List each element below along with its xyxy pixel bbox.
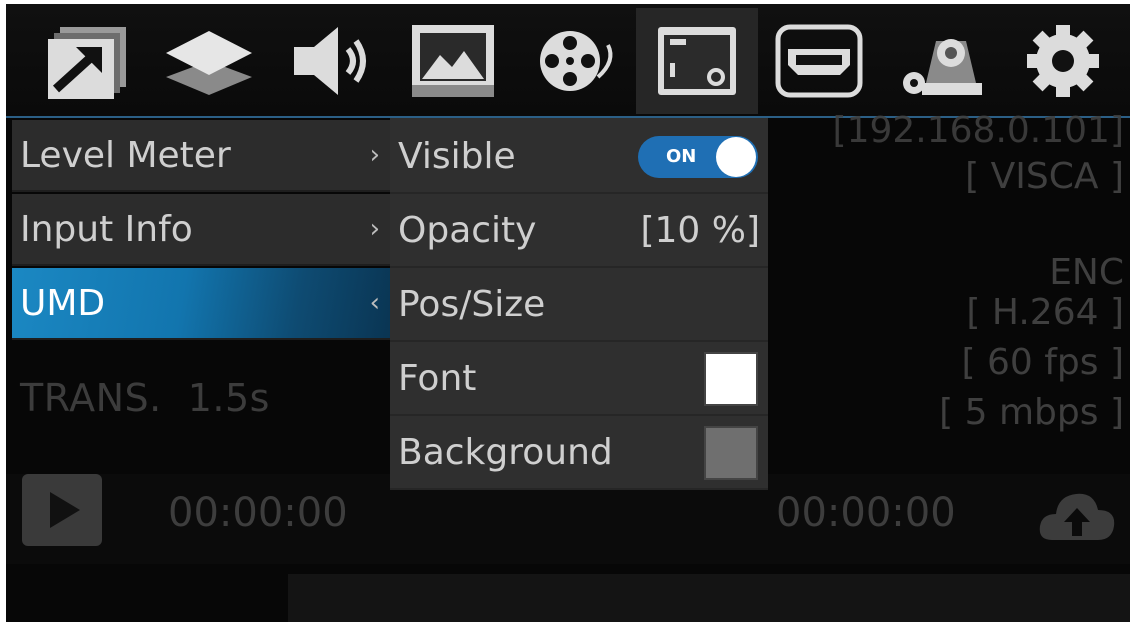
menu-item-label: Level Meter xyxy=(20,134,231,176)
menu-item-input-info[interactable]: Input Info › xyxy=(12,194,390,266)
left-menu: Level Meter › Input Info › UMD ‹ xyxy=(12,118,390,340)
pos-size-row[interactable]: Pos/Size xyxy=(390,268,768,342)
film-reel-icon[interactable] xyxy=(514,8,636,114)
image-icon[interactable] xyxy=(392,8,514,114)
encoder-fps: [ 60 fps ] xyxy=(961,342,1124,383)
gear-icon[interactable] xyxy=(1002,8,1124,114)
menu-item-level-meter[interactable]: Level Meter › xyxy=(12,120,390,192)
hdmi-port-icon[interactable] xyxy=(758,8,880,114)
menu-item-label: UMD xyxy=(20,282,106,324)
visible-row[interactable]: Visible ON xyxy=(390,120,768,194)
timecode-right: 00:00:00 xyxy=(776,490,956,536)
opacity-label: Opacity xyxy=(398,209,537,251)
encoder-label: ENC xyxy=(1049,252,1124,293)
transition-label: TRANS. xyxy=(20,376,162,420)
background-label: Background xyxy=(398,431,613,473)
pos-size-label: Pos/Size xyxy=(398,283,546,325)
overlay-settings-icon[interactable] xyxy=(636,8,758,114)
chevron-right-icon: › xyxy=(369,214,380,244)
toggle-knob xyxy=(716,137,756,177)
opacity-row[interactable]: Opacity [10 %] xyxy=(390,194,768,268)
menu-item-umd[interactable]: UMD ‹ xyxy=(12,268,390,340)
ip-address: [192.168.0.101] xyxy=(832,110,1124,151)
font-color-swatch[interactable] xyxy=(704,352,758,406)
ptz-camera-icon[interactable] xyxy=(880,8,1002,114)
font-label: Font xyxy=(398,357,477,399)
background-row[interactable]: Background xyxy=(390,416,768,490)
umd-submenu: Visible ON Opacity [10 %] Pos/Size Font … xyxy=(390,118,768,490)
timecode-left: 00:00:00 xyxy=(168,490,348,536)
chevron-right-icon: › xyxy=(369,140,380,170)
bottom-strip xyxy=(288,574,1130,622)
layers-icon[interactable] xyxy=(148,8,270,114)
camera-protocol: [ VISCA ] xyxy=(965,156,1124,197)
transition-duration: 1.5s xyxy=(187,376,270,420)
top-icon-bar xyxy=(6,4,1130,118)
visible-label: Visible xyxy=(398,135,516,177)
menu-item-label: Input Info xyxy=(20,208,193,250)
external-link-icon[interactable] xyxy=(26,8,148,114)
encoder-codec: [ H.264 ] xyxy=(966,292,1124,333)
volume-icon[interactable] xyxy=(270,8,392,114)
opacity-value[interactable]: [10 %] xyxy=(640,210,760,251)
encoder-bitrate: [ 5 mbps ] xyxy=(939,392,1124,433)
visible-toggle[interactable]: ON xyxy=(638,136,758,178)
play-button[interactable] xyxy=(22,474,102,546)
chevron-left-icon: ‹ xyxy=(369,288,380,318)
font-row[interactable]: Font xyxy=(390,342,768,416)
transition-info: TRANS. 1.5s xyxy=(20,376,270,420)
background-color-swatch[interactable] xyxy=(704,426,758,480)
toggle-state: ON xyxy=(666,146,697,167)
device-screen: [192.168.0.101] [ VISCA ] ENC [ H.264 ] … xyxy=(6,4,1130,622)
cloud-upload-icon[interactable] xyxy=(1036,486,1118,550)
